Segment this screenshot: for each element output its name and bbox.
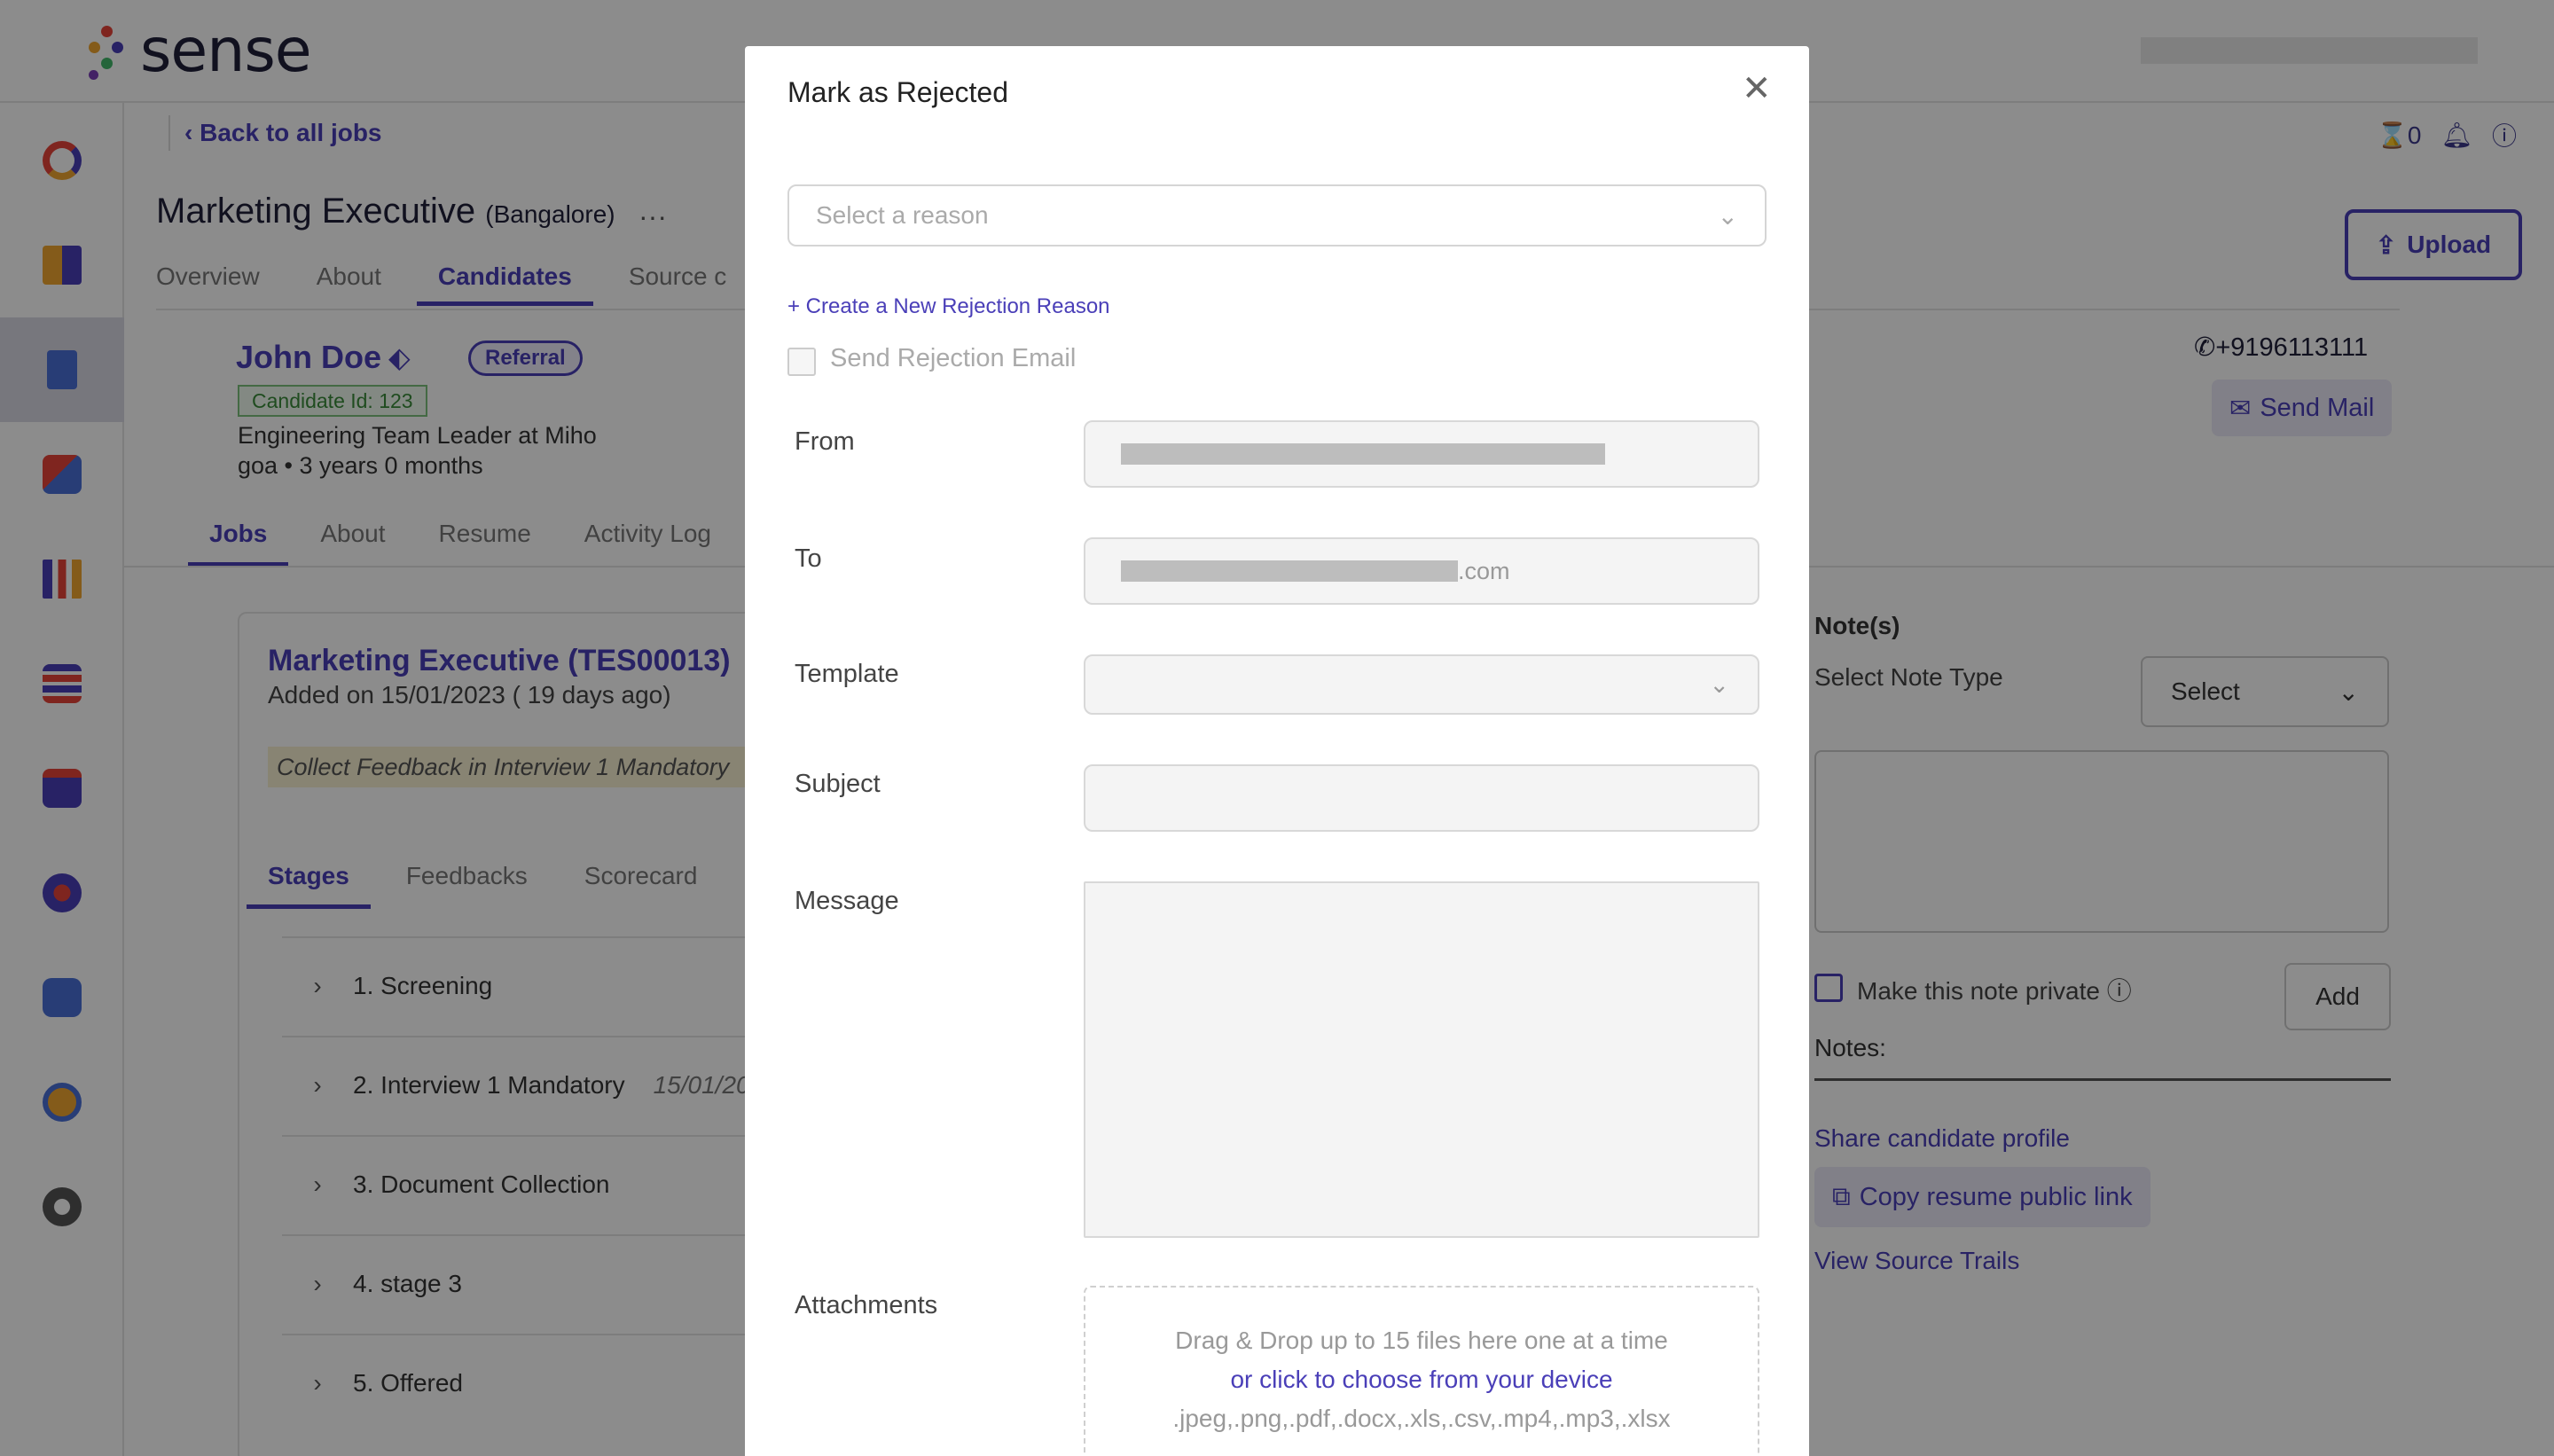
from-field[interactable] [1084,420,1759,488]
message-label: Message [795,887,899,915]
reason-placeholder: Select a reason [816,201,989,229]
attachments-label: Attachments [795,1291,938,1319]
send-rejection-email-checkbox[interactable] [787,348,816,376]
chevron-down-icon: ⌄ [1717,201,1738,230]
allowed-formats: .jpeg,.png,.pdf,.docx,.xls,.csv,.mp4,.mp… [1172,1405,1671,1432]
create-rejection-reason-link[interactable]: + Create a New Rejection Reason [787,294,1110,319]
message-textarea[interactable] [1084,881,1759,1238]
chevron-down-icon: ⌄ [1709,670,1729,698]
attachments-dropzone[interactable]: Drag & Drop up to 15 files here one at a… [1084,1286,1759,1456]
choose-file-link[interactable]: or click to choose from your device [1085,1360,1758,1399]
from-value-redacted [1121,443,1605,465]
to-field[interactable]: .com [1084,537,1759,605]
template-label: Template [795,660,899,688]
to-label: To [795,544,822,573]
from-label: From [795,427,855,456]
send-rejection-email-label: Send Rejection Email [830,344,1077,372]
subject-input[interactable] [1084,764,1759,832]
to-value-redacted [1121,560,1458,582]
reason-select[interactable]: Select a reason ⌄ [787,184,1767,247]
dropzone-instructions: Drag & Drop up to 15 files here one at a… [1175,1327,1668,1354]
modal-title: Mark as Rejected [787,76,1008,108]
close-icon[interactable]: ✕ [1742,71,1772,106]
to-domain-suffix: .com [1458,557,1510,584]
reject-modal: Mark as Rejected ✕ Select a reason ⌄ + C… [745,46,1809,1456]
subject-label: Subject [795,770,881,798]
template-select[interactable]: ⌄ [1084,654,1759,715]
